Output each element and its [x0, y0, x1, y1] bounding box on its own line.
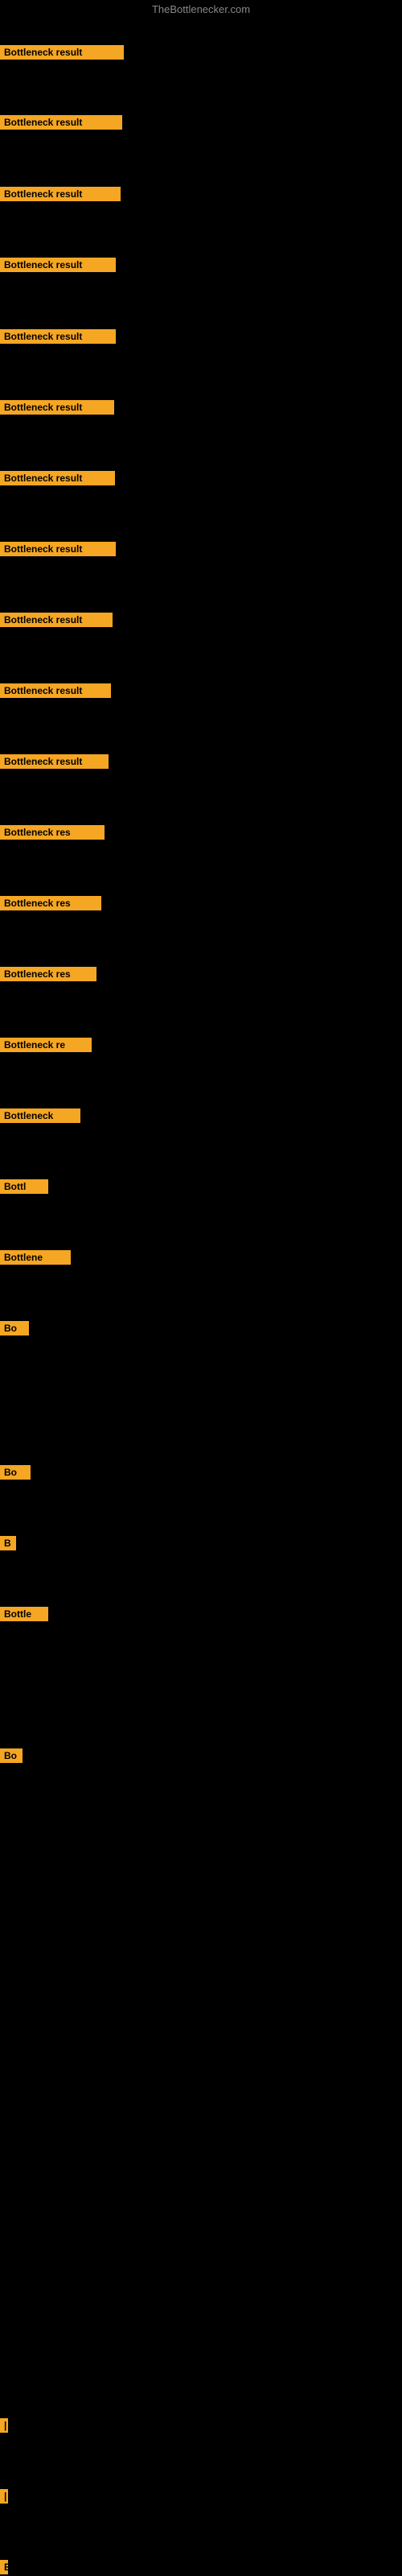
- bottleneck-badge-5: Bottleneck result: [0, 400, 114, 415]
- bottleneck-badge-15: Bottleneck: [0, 1108, 80, 1123]
- bottleneck-badge-16: Bottl: [0, 1179, 48, 1194]
- bottleneck-badge-19: Bo: [0, 1465, 31, 1480]
- bottleneck-badge-2: Bottleneck result: [0, 187, 121, 201]
- bottleneck-badge-3: Bottleneck result: [0, 258, 116, 272]
- bottleneck-badge-23: |: [0, 2418, 8, 2433]
- bottleneck-badge-25: E: [0, 2560, 8, 2574]
- bottleneck-badge-14: Bottleneck re: [0, 1038, 92, 1052]
- bottleneck-badge-8: Bottleneck result: [0, 613, 113, 627]
- bottleneck-badge-0: Bottleneck result: [0, 45, 124, 60]
- bottleneck-badge-11: Bottleneck res: [0, 825, 105, 840]
- bottleneck-badge-20: B: [0, 1536, 16, 1550]
- bottleneck-badge-1: Bottleneck result: [0, 115, 122, 130]
- bottleneck-badge-12: Bottleneck res: [0, 896, 101, 910]
- bottleneck-badge-10: Bottleneck result: [0, 754, 109, 769]
- bottleneck-badge-21: Bottle: [0, 1607, 48, 1621]
- site-title: TheBottlenecker.com: [152, 3, 250, 15]
- bottleneck-badge-17: Bottlene: [0, 1250, 71, 1265]
- bottleneck-badge-6: Bottleneck result: [0, 471, 115, 485]
- bottleneck-badge-9: Bottleneck result: [0, 683, 111, 698]
- bottleneck-badge-13: Bottleneck res: [0, 967, 96, 981]
- bottleneck-badge-24: |: [0, 2489, 8, 2504]
- bottleneck-badge-4: Bottleneck result: [0, 329, 116, 344]
- bottleneck-badge-7: Bottleneck result: [0, 542, 116, 556]
- bottleneck-badge-22: Bo: [0, 1748, 23, 1763]
- bottleneck-badge-18: Bo: [0, 1321, 29, 1335]
